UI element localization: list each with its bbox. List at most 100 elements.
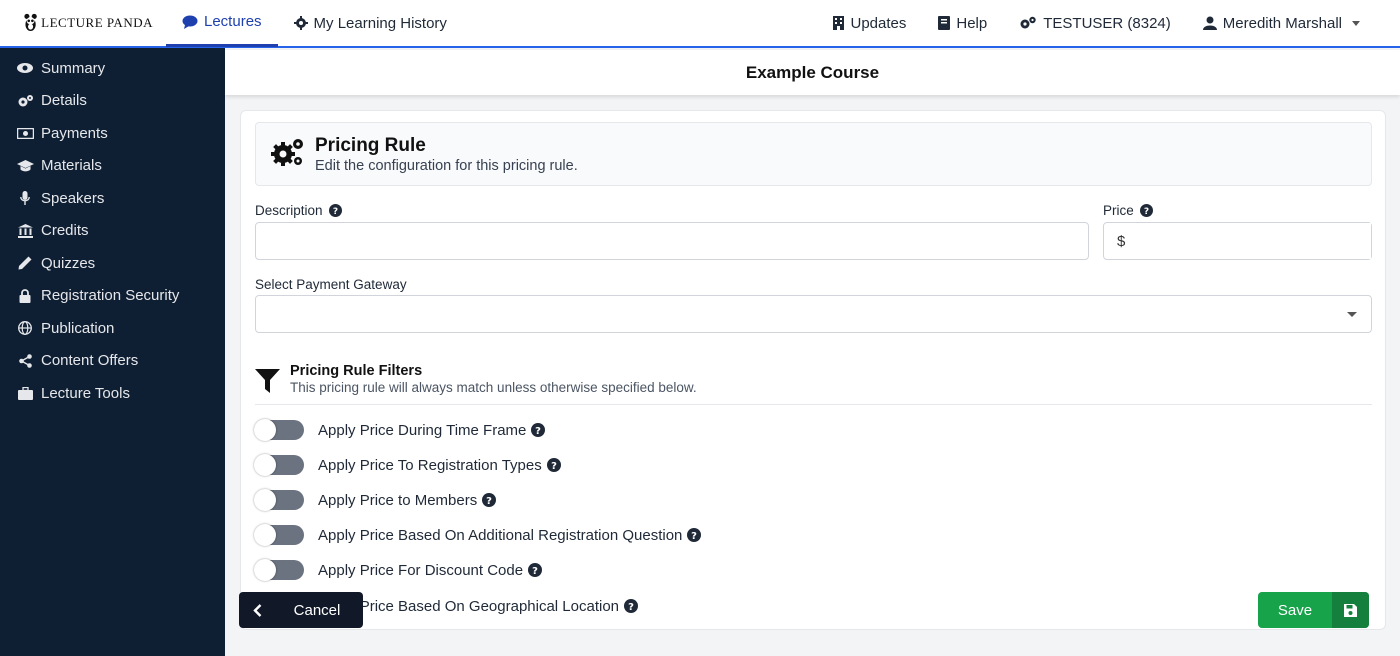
sidebar-item-label: Materials (41, 157, 102, 175)
filter-toggle[interactable] (254, 454, 304, 476)
nav-learning-history[interactable]: My Learning History (278, 0, 463, 46)
graduation-cap-icon (16, 159, 34, 172)
price-input[interactable] (1132, 223, 1371, 259)
cogs-icon (16, 94, 34, 108)
nav-account-label: TESTUSER (8324) (1043, 14, 1171, 32)
nav-updates-label: Updates (850, 14, 907, 32)
svg-text:?: ? (532, 566, 538, 577)
sidebar-item-publication[interactable]: Publication (0, 312, 225, 345)
payment-gateway-select[interactable] (255, 295, 1372, 333)
chevron-left-icon (239, 603, 275, 617)
cancel-button[interactable]: Cancel (239, 592, 363, 628)
svg-text:?: ? (536, 426, 542, 437)
sidebar-item-details[interactable]: Details (0, 85, 225, 118)
filter-toggle[interactable] (254, 489, 304, 511)
chevron-down-icon (1347, 312, 1357, 317)
question-circle-icon[interactable]: ? (482, 493, 497, 507)
filter-members[interactable]: Apply Price to Members ? (254, 488, 497, 512)
building-icon (832, 16, 845, 30)
filter-label: Apply Price to Members (318, 491, 478, 509)
sidebar-item-materials[interactable]: Materials (0, 150, 225, 183)
cancel-button-label: Cancel (293, 601, 341, 619)
currency-symbol: $ (1117, 232, 1126, 250)
question-circle-icon[interactable]: ? (687, 528, 702, 542)
filter-label: Apply Price Based On Additional Registra… (318, 526, 683, 544)
pricing-rule-header: Pricing Rule Edit the configuration for … (255, 122, 1372, 186)
nav-account[interactable]: TESTUSER (8324) (1003, 0, 1187, 46)
sidebar-item-label: Content Offers (41, 352, 139, 370)
sidebar-item-label: Quizzes (41, 254, 96, 272)
price-label-text: Price (1103, 203, 1134, 218)
cogs-icon (1019, 16, 1037, 30)
nav-updates[interactable]: Updates (816, 0, 923, 46)
filter-label: Apply Price To Registration Types (318, 456, 542, 474)
briefcase-icon (16, 386, 34, 400)
globe-icon (16, 321, 34, 336)
filter-label: Apply Price During Time Frame (318, 421, 527, 439)
sidebar-item-registration-security[interactable]: Registration Security (0, 280, 225, 313)
user-icon (1202, 16, 1217, 30)
pencil-icon (16, 256, 34, 270)
sidebar-item-label: Lecture Tools (41, 384, 130, 402)
filter-toggle[interactable] (254, 524, 304, 546)
pricing-rule-card: Pricing Rule Edit the configuration for … (240, 110, 1386, 630)
question-circle-icon[interactable]: ? (531, 423, 546, 437)
filter-discount-code[interactable]: Apply Price For Discount Code ? (254, 558, 543, 582)
save-button[interactable]: Save (1258, 592, 1369, 628)
filter-icon (255, 369, 280, 398)
filter-registration-question[interactable]: Apply Price Based On Additional Registra… (254, 523, 702, 547)
sidebar-item-payments[interactable]: Payments (0, 117, 225, 150)
question-circle-icon[interactable]: ? (328, 204, 342, 217)
filter-label: Apply Price For Discount Code (318, 561, 524, 579)
filters-subtitle: This pricing rule will always match unle… (290, 380, 697, 395)
nav-help[interactable]: Help (922, 0, 1003, 46)
sidebar-item-content-offers[interactable]: Content Offers (0, 345, 225, 378)
svg-text:?: ? (691, 531, 697, 542)
sidebar-item-lecture-tools[interactable]: Lecture Tools (0, 377, 225, 410)
price-label: Price ? (1103, 203, 1153, 218)
svg-text:?: ? (332, 207, 337, 217)
description-label: Description ? (255, 203, 342, 218)
sidebar-item-label: Details (41, 92, 87, 110)
institution-icon (16, 223, 34, 238)
filter-toggle[interactable] (254, 419, 304, 441)
nav-lectures[interactable]: Lectures (166, 0, 278, 47)
brand-logo[interactable]: LECTURE PANDA (24, 8, 153, 38)
nav-right-group: Updates Help TESTUSER (8324) Meredith Ma… (816, 0, 1377, 46)
filter-label: Apply Price Based On Geographical Locati… (318, 597, 620, 615)
question-circle-icon[interactable]: ? (546, 458, 561, 472)
sidebar-item-credits[interactable]: Credits (0, 215, 225, 248)
comment-icon (182, 15, 198, 29)
share-icon (16, 353, 34, 368)
save-button-label: Save (1277, 601, 1313, 619)
filter-time-frame[interactable]: Apply Price During Time Frame ? (254, 418, 546, 442)
description-input[interactable] (255, 222, 1089, 260)
svg-text:?: ? (628, 602, 634, 613)
svg-text:?: ? (551, 461, 557, 472)
sidebar-item-label: Payments (41, 124, 108, 142)
nav-user-menu[interactable]: Meredith Marshall (1187, 0, 1376, 46)
sidebar-item-label: Registration Security (41, 287, 180, 305)
question-circle-icon[interactable]: ? (1139, 204, 1153, 217)
sidebar-item-label: Publication (41, 319, 115, 337)
sidebar-item-summary[interactable]: Summary (0, 52, 225, 85)
filter-registration-types[interactable]: Apply Price To Registration Types ? (254, 453, 561, 477)
panda-icon (24, 13, 37, 32)
sidebar-item-speakers[interactable]: Speakers (0, 182, 225, 215)
sidebar-item-quizzes[interactable]: Quizzes (0, 247, 225, 280)
microphone-icon (16, 191, 34, 206)
filters-title: Pricing Rule Filters (290, 363, 423, 379)
top-navbar: LECTURE PANDA Lectures My Learning Histo… (0, 0, 1400, 48)
floppy-disk-icon (1332, 592, 1369, 628)
description-label-text: Description (255, 203, 323, 218)
book-icon (938, 16, 951, 30)
question-circle-icon[interactable]: ? (528, 563, 543, 577)
question-circle-icon[interactable]: ? (624, 599, 639, 613)
course-title: Example Course (225, 50, 1400, 95)
nav-user-label: Meredith Marshall (1222, 14, 1342, 32)
cogs-icon (270, 137, 305, 172)
filter-toggle[interactable] (254, 559, 304, 581)
lock-icon (16, 288, 34, 303)
sidebar-item-label: Credits (41, 222, 89, 240)
sidebar-item-label: Speakers (41, 189, 105, 207)
